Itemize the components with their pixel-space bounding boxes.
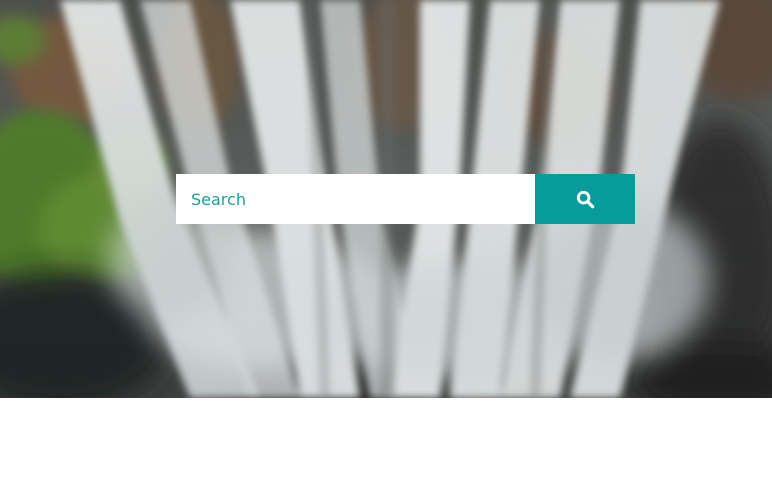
hero-background (0, 0, 772, 398)
content-area (0, 398, 772, 494)
search-bar (176, 174, 635, 224)
search-icon (576, 190, 595, 209)
search-button[interactable] (535, 174, 635, 224)
search-input[interactable] (176, 174, 535, 224)
